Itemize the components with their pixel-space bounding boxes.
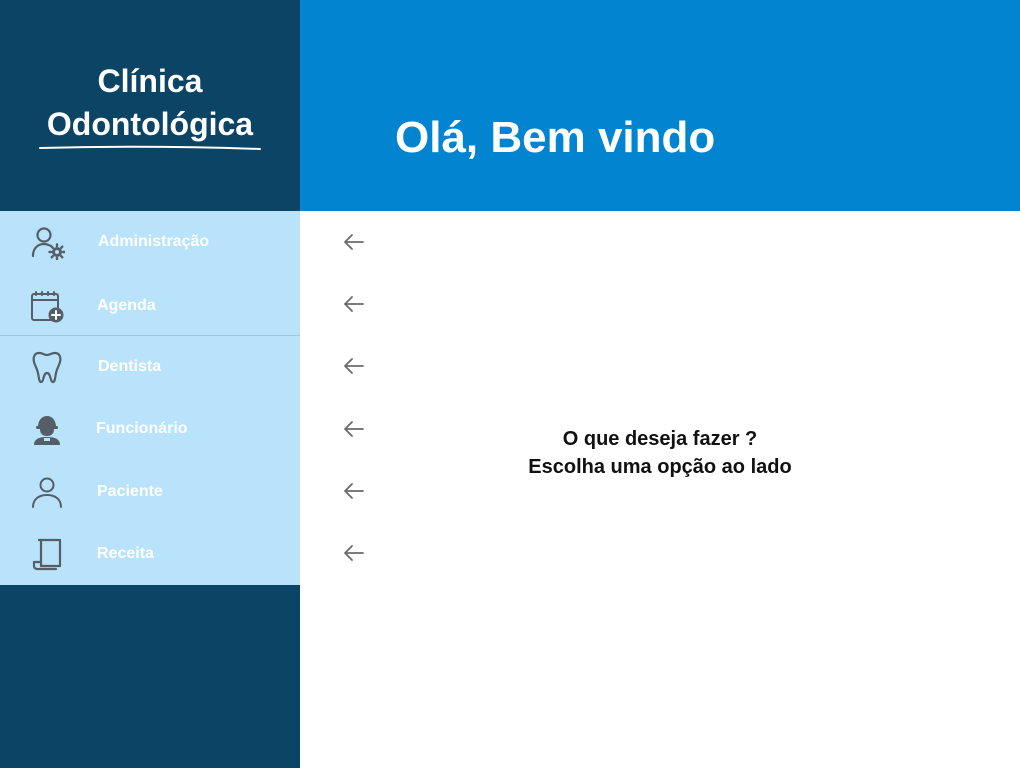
brand-title: Clínica Odontológica <box>0 60 300 146</box>
sidebar-item-administracao[interactable]: Administração <box>0 211 300 273</box>
tooth-icon <box>32 351 62 384</box>
brand-underline <box>39 145 261 150</box>
sidebar-item-agenda[interactable]: Agenda <box>0 275 300 337</box>
brand: Clínica Odontológica <box>0 0 300 211</box>
sidebar-item-label: Receita <box>97 545 154 562</box>
arrow-left-icon[interactable] <box>341 481 367 501</box>
sidebar-menu: Administração Agenda Dentista Funcionári… <box>0 211 300 585</box>
arrow-left-icon[interactable] <box>341 543 367 563</box>
sidebar-item-paciente[interactable]: Paciente <box>0 461 300 523</box>
sidebar-item-label: Dentista <box>98 358 162 375</box>
sidebar-item-label: Agenda <box>97 297 156 314</box>
arrow-left-icon[interactable] <box>341 356 367 376</box>
instruction-line2: Escolha uma opção ao lado <box>528 456 792 478</box>
sidebar: Clínica Odontológica Administração Agend… <box>0 0 300 768</box>
sidebar-item-receita[interactable]: Receita <box>0 523 300 585</box>
user-gear-icon <box>31 227 65 260</box>
header: Olá, Bem vindo <box>300 0 1020 211</box>
instruction-line1: O que deseja fazer ? <box>562 428 758 450</box>
worker-icon <box>34 416 60 445</box>
brand-title-line1: Clínica <box>97 63 203 99</box>
instruction-text: O que deseja fazer ? Escolha uma opção a… <box>500 425 820 481</box>
arrow-left-icon[interactable] <box>341 419 367 439</box>
arrow-left-icon[interactable] <box>341 294 367 314</box>
brand-title-line2: Odontológica <box>46 106 254 142</box>
arrow-left-icon[interactable] <box>341 232 367 252</box>
sidebar-item-dentista[interactable]: Dentista <box>0 336 300 398</box>
person-icon <box>32 477 62 508</box>
prescription-icon <box>32 538 62 571</box>
sidebar-item-label: Funcionário <box>96 420 188 437</box>
calendar-add-icon <box>31 291 64 323</box>
sidebar-item-label: Administração <box>98 233 210 250</box>
sidebar-item-label: Paciente <box>97 483 163 500</box>
page-title: Olá, Bem vindo <box>395 113 716 162</box>
sidebar-item-funcionario[interactable]: Funcionário <box>0 398 300 460</box>
